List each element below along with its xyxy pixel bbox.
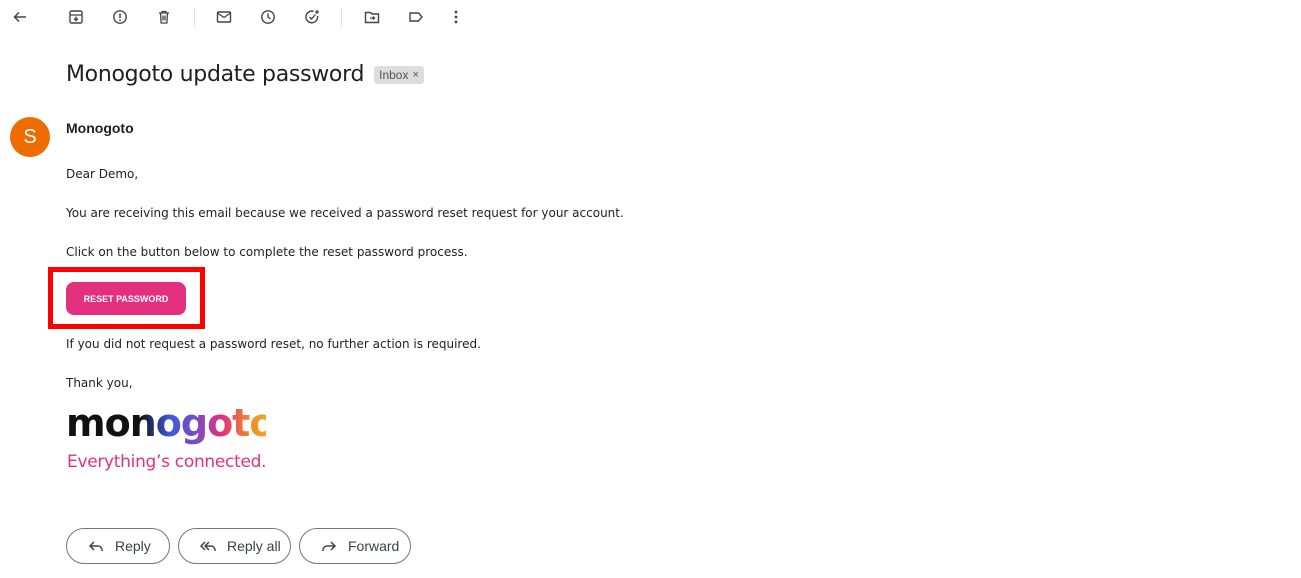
forward-button[interactable]: Forward bbox=[299, 528, 411, 564]
label-icon[interactable] bbox=[405, 6, 427, 28]
archive-icon[interactable] bbox=[65, 6, 87, 28]
reply-label: Reply bbox=[115, 538, 151, 554]
avatar[interactable]: S bbox=[10, 117, 50, 157]
reset-password-button[interactable]: RESET PASSWORD bbox=[66, 282, 186, 315]
svg-text:monogoto: monogoto bbox=[66, 401, 266, 445]
report-spam-icon[interactable] bbox=[109, 6, 131, 28]
body-line-3: If you did not request a password reset,… bbox=[66, 337, 481, 351]
reply-button[interactable]: Reply bbox=[66, 528, 170, 564]
toolbar-divider bbox=[341, 8, 342, 26]
body-line-2: Click on the button below to complete th… bbox=[66, 245, 468, 259]
remove-label-icon[interactable]: × bbox=[412, 69, 418, 81]
more-options-icon[interactable] bbox=[445, 6, 467, 28]
inbox-label-chip[interactable]: Inbox × bbox=[374, 65, 424, 84]
reply-all-icon bbox=[199, 541, 216, 551]
sender-name[interactable]: Monogoto bbox=[66, 120, 134, 136]
delete-icon[interactable] bbox=[153, 6, 175, 28]
email-subject: Monogoto update password bbox=[66, 62, 365, 87]
monogoto-logo: monogoto bbox=[66, 401, 266, 445]
greeting: Dear Demo, bbox=[66, 167, 139, 181]
move-to-icon[interactable] bbox=[361, 6, 383, 28]
back-arrow-icon[interactable] bbox=[9, 6, 31, 28]
signoff: Thank you, bbox=[66, 376, 133, 390]
toolbar-divider bbox=[194, 8, 195, 26]
body-line-1: You are receiving this email because we … bbox=[66, 206, 624, 220]
add-to-tasks-icon[interactable] bbox=[301, 6, 323, 28]
reply-all-button[interactable]: Reply all bbox=[178, 528, 291, 564]
reply-icon bbox=[88, 541, 103, 551]
logo-tagline: Everything’s connected. bbox=[67, 452, 267, 472]
snooze-icon[interactable] bbox=[257, 6, 279, 28]
inbox-label-text: Inbox bbox=[379, 67, 409, 82]
subject-row: Monogoto update password Inbox × bbox=[66, 62, 424, 87]
email-toolbar bbox=[0, 0, 1301, 34]
forward-icon bbox=[322, 541, 337, 551]
reply-all-label: Reply all bbox=[227, 538, 281, 554]
forward-label: Forward bbox=[348, 538, 400, 554]
mark-unread-icon[interactable] bbox=[213, 6, 235, 28]
